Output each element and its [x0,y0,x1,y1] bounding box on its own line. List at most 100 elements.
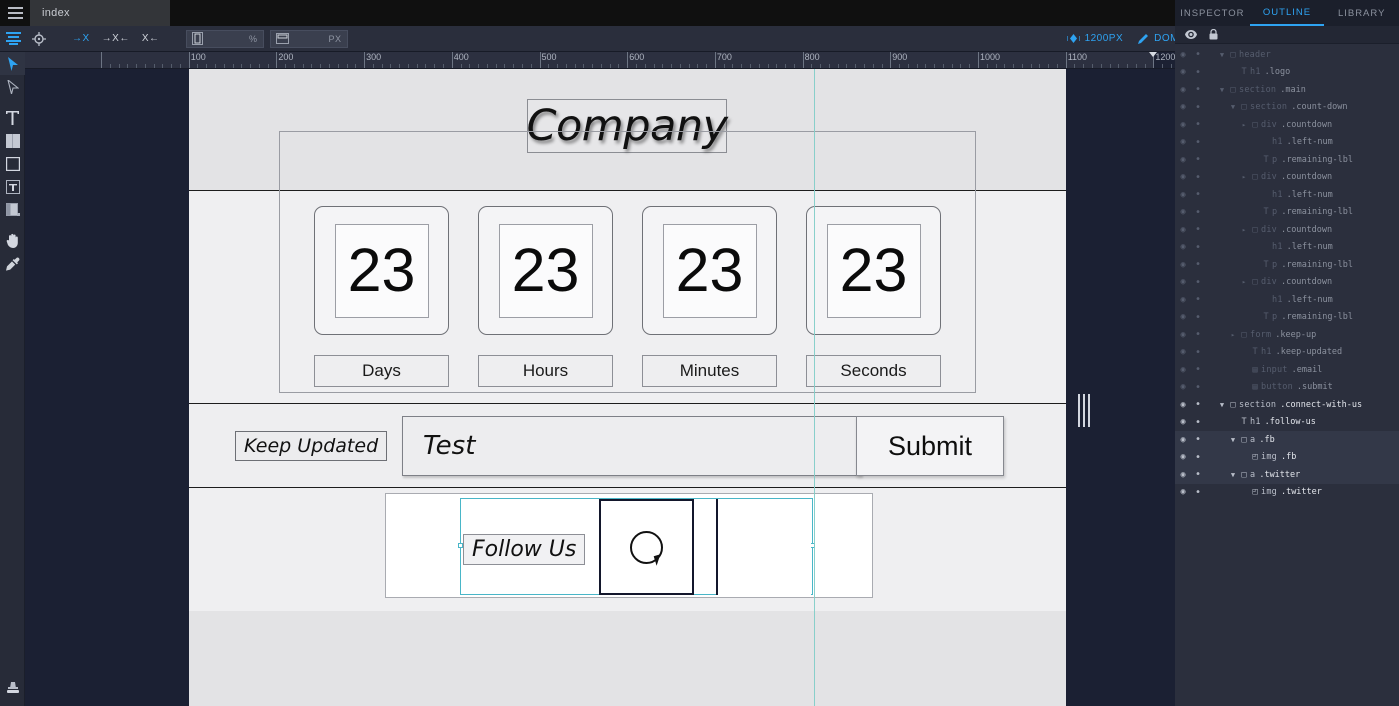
lock-dot-icon[interactable]: • [1191,242,1205,253]
eye-icon[interactable]: ◉ [1175,190,1191,200]
disclosure-arrow-icon[interactable]: ▼ [1228,471,1238,479]
eye-icon[interactable]: ◉ [1175,295,1191,305]
submit-button[interactable]: Submit [856,416,1004,476]
eye-icon[interactable]: ◉ [1175,470,1191,480]
tree-row[interactable]: ◉ • h1 .left-num [1175,239,1399,257]
tree-row[interactable]: ◉ • ▸ □ div .countdown [1175,274,1399,292]
tree-row[interactable]: ◉ • ◰ img .fb [1175,448,1399,466]
target-icon[interactable] [26,26,52,52]
tree-row[interactable]: ◉ • ▤ button .submit [1175,379,1399,397]
disclosure-arrow-icon[interactable]: ▸ [1239,226,1249,234]
tree-row[interactable]: ◉ • Th1 .logo [1175,64,1399,82]
width-field[interactable]: % [185,29,264,48]
disclosure-arrow-icon[interactable]: ▼ [1228,436,1238,444]
lock-dot-icon[interactable]: • [1191,67,1205,78]
eye-icon[interactable]: ◉ [1175,67,1191,77]
disclosure-arrow-icon[interactable]: ▼ [1217,401,1227,409]
disclosure-arrow-icon[interactable]: ▸ [1239,121,1249,129]
hamburger-icon[interactable] [0,0,30,26]
eye-icon[interactable]: ◉ [1175,347,1191,357]
eye-icon[interactable]: ◉ [1175,382,1191,392]
lock-dot-icon[interactable]: • [1191,294,1205,305]
tree-row[interactable]: ◉ • Tp .remaining-lbl [1175,309,1399,327]
rectangle-outline-tool[interactable] [0,152,25,175]
tree-row[interactable]: ◉ • ▸ □ div .countdown [1175,169,1399,187]
tree-row[interactable]: ◉ • Th1 .keep-updated [1175,344,1399,362]
eye-icon[interactable]: ◉ [1175,207,1191,217]
form-keep-up[interactable]: Keep Updated Test Submit [189,404,1066,488]
countdown-box[interactable]: 23 [642,206,777,335]
stamp-tool[interactable] [0,677,25,700]
eye-icon[interactable]: ◉ [1175,435,1191,445]
tree-row[interactable]: ◉ • ▼ □ header [1175,46,1399,64]
lock-dot-icon[interactable]: • [1191,189,1205,200]
countdown-box[interactable]: 23 [806,206,941,335]
div-countdown[interactable]: 23 Seconds [806,206,941,403]
horizontal-ruler[interactable]: 100 200 300 400 500 600 700 800 900 1000 1100 1200 [25,52,1175,69]
div-countdown[interactable]: 23 Minutes [642,206,777,403]
layers-icon[interactable] [0,26,26,52]
eye-icon[interactable]: ◉ [1175,120,1191,130]
eye-icon[interactable]: ◉ [1175,137,1191,147]
tab-inspector[interactable]: INSPECTOR [1175,0,1250,26]
disclosure-arrow-icon[interactable]: ▸ [1239,173,1249,181]
tree-row[interactable]: ◉ • Th1 .follow-us [1175,414,1399,432]
disclosure-arrow-icon[interactable]: ▸ [1239,278,1249,286]
lock-dot-icon[interactable]: • [1191,84,1205,95]
design-page[interactable]: Company 23 Days 23 Hours 23 Minutes 23 Seconds … [189,69,1066,706]
eye-icon[interactable]: ◉ [1175,172,1191,182]
tree-row[interactable]: ◉ • ▼ □ section .count-down [1175,99,1399,117]
tree-row[interactable]: ◉ • Tp .remaining-lbl [1175,204,1399,222]
link-twitter[interactable] [716,499,811,595]
eye-icon[interactable]: ◉ [1175,365,1191,375]
tree-row[interactable]: ◉ • ▸ □ div .countdown [1175,116,1399,134]
tree-row[interactable]: ◉ • ▼ □ a .twitter [1175,466,1399,484]
lock-dot-icon[interactable]: • [1191,417,1205,428]
pointer-tool[interactable] [0,52,25,75]
rectangle-fill-tool[interactable] [0,129,25,152]
countdown-box[interactable]: 23 [478,206,613,335]
tree-row[interactable]: ◉ • h1 .left-num [1175,134,1399,152]
align-right-button[interactable]: X← [136,26,166,52]
tree-row[interactable]: ◉ • ▼ □ section .main [1175,81,1399,99]
lock-dot-icon[interactable]: • [1191,259,1205,270]
tree-row[interactable]: ◉ • ▸ □ div .countdown [1175,221,1399,239]
tree-row[interactable]: ◉ • h1 .left-num [1175,291,1399,309]
eye-icon[interactable]: ◉ [1175,417,1191,427]
dom-button[interactable]: DOM [1137,33,1179,45]
connect-container[interactable]: Follow Us [385,493,873,598]
eye-icon[interactable]: ◉ [1175,452,1191,462]
eye-icon[interactable]: ◉ [1175,102,1191,112]
email-input[interactable]: Test [402,416,862,476]
breakpoint-button[interactable]: 1200PX [1066,33,1124,44]
tab-library[interactable]: LIBRARY [1324,0,1399,26]
tree-row[interactable]: ◉ • ◰ img .twitter [1175,484,1399,502]
div-countdown[interactable]: 23 Hours [478,206,613,403]
disclosure-arrow-icon[interactable]: ▼ [1228,103,1238,111]
eye-icon[interactable]: ◉ [1175,487,1191,497]
lock-dot-icon[interactable]: • [1191,487,1205,498]
tree-row[interactable]: ◉ • ▸ □ form .keep-up [1175,326,1399,344]
eye-icon[interactable]: ◉ [1175,330,1191,340]
link-fb[interactable] [599,499,694,595]
div-countdown[interactable]: 23 Days [314,206,449,403]
eye-icon[interactable]: ◉ [1175,155,1191,165]
logo-heading-box[interactable]: Company [526,99,728,153]
align-left-button[interactable]: →X [66,26,96,52]
tree-row[interactable]: ◉ • ▼ □ section .connect-with-us [1175,396,1399,414]
eye-icon[interactable]: ◉ [1175,242,1191,252]
lock-dot-icon[interactable]: • [1191,382,1205,393]
section-count-down[interactable]: 23 Days 23 Hours 23 Minutes 23 Seconds [189,131,1066,404]
canvas-resize-handle[interactable] [1077,392,1090,429]
lock-dot-icon[interactable]: • [1191,312,1205,323]
eye-icon[interactable]: ◉ [1175,260,1191,270]
tree-row[interactable]: ◉ • h1 .left-num [1175,186,1399,204]
section-connect-with-us[interactable]: Follow Us [189,488,1066,611]
canvas-area[interactable]: 100 200 300 400 500 600 700 800 900 1000 1100 1200 … [25,52,1175,706]
eye-icon[interactable]: ◉ [1175,400,1191,410]
lock-dot-icon[interactable]: • [1191,119,1205,130]
eye-icon[interactable]: ◉ [1175,225,1191,235]
eye-icon[interactable]: ◉ [1175,312,1191,322]
align-center-button[interactable]: →X← [96,26,136,52]
disclosure-arrow-icon[interactable]: ▼ [1217,51,1227,59]
